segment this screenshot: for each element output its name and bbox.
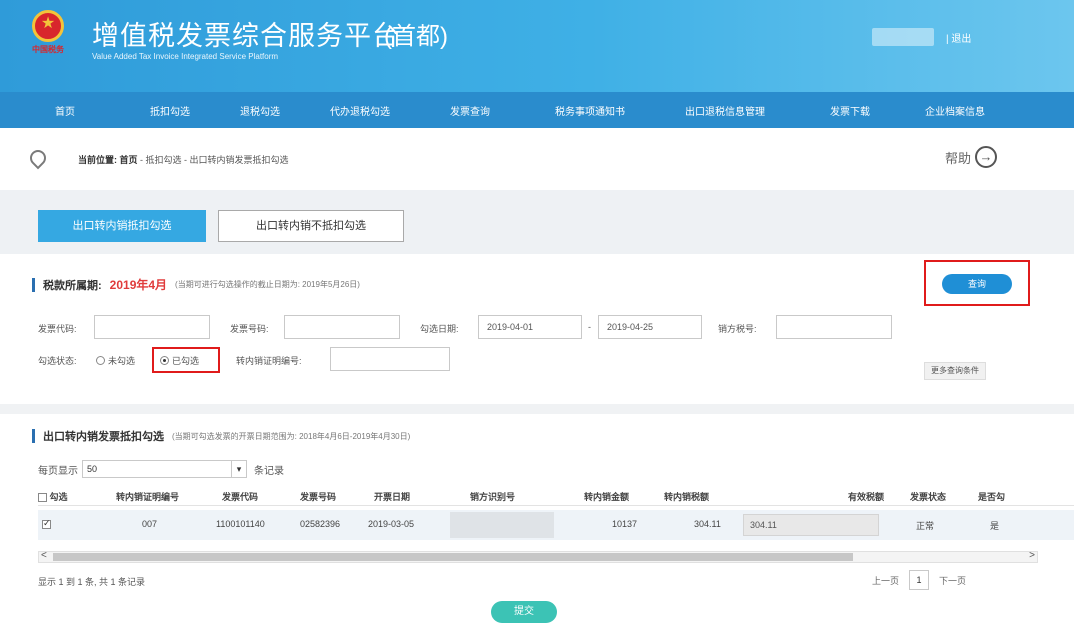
arrow-right-circle-icon: → [975,146,998,168]
row-checkbox[interactable] [42,518,51,530]
col-status: 发票状态 [910,492,947,502]
date-separator: - [588,322,591,332]
invoice-number-label: 发票号码: [230,324,269,334]
main-nav: 首页 抵扣勾选 退税勾选 代办退税勾选 发票查询 税务事项通知书 出口退税信息管… [0,92,1074,128]
page-number-current[interactable]: 1 [909,570,930,590]
results-header: 出口转内销发票抵扣勾选 (当期可勾选发票的开票日期范围为: 2018年4月6日-… [32,428,410,444]
scroll-left-icon[interactable]: < [41,550,47,561]
chevron-down-icon: ▾ [231,460,247,478]
col-valid-tax: 有效税额 [848,492,885,502]
per-page-select[interactable]: 50 ▾ [82,460,247,478]
invoice-code-input[interactable] [94,315,210,339]
col-is-selected: 是否勾 [978,492,1006,502]
radio-filled-icon [160,356,169,365]
nav-item-agent-refund[interactable]: 代办退税勾选 [310,103,410,118]
date-from-input[interactable]: 2019-04-01 [478,315,582,339]
logout-link[interactable]: | 退出 [946,30,971,45]
query-button[interactable]: 查询 [942,274,1012,294]
radio-empty-icon [96,356,105,365]
select-date-label: 勾选日期: [420,324,459,334]
location-pin-icon [26,146,50,170]
tab-export-non-deductible[interactable]: 出口转内销不抵扣勾选 [218,210,404,242]
col-invoice-code: 发票代码 [222,492,259,502]
tax-period-value: 2019年4月 [109,278,168,292]
cell-tax: 304.11 [694,519,721,529]
tax-period-header: 税款所属期: 2019年4月 (当期可进行勾选操作的截止日期为: 2019年5月… [32,276,360,293]
platform-title: 增值税发票综合服务平台 [92,21,400,51]
col-cert-no: 转内销证明编号 [116,492,180,502]
invoice-number-input[interactable] [284,315,400,339]
seller-tax-label: 销方税号: [718,324,757,334]
user-name-redacted [872,28,934,46]
app-header: ★ 中国税务 增值税发票综合服务平台 Value Added Tax Invoi… [0,0,1074,92]
horizontal-scrollbar[interactable]: < > [38,550,1038,563]
tab-bar: 出口转内销抵扣勾选 出口转内销不抵扣勾选 [0,190,1074,254]
col-amount: 转内销金额 [584,492,630,502]
nav-item-enterprise-profile[interactable]: 企业档案信息 [900,103,1010,118]
seller-tax-input[interactable] [776,315,892,339]
cell-is-selected: 是 [990,521,1000,531]
section-divider [0,404,1074,414]
nav-item-home[interactable]: 首页 [0,103,130,118]
help-link[interactable]: 帮助 → [945,146,998,168]
nav-item-tax-notice[interactable]: 税务事项通知书 [530,103,650,118]
date-to-input[interactable]: 2019-04-25 [598,315,702,339]
platform-subtitle: Value Added Tax Invoice Integrated Servi… [92,52,279,61]
nav-item-refund[interactable]: 退税勾选 [210,103,310,118]
breadcrumb: 当前位置: 首页 - 抵扣勾选 - 出口转内销发票抵扣勾选 [78,155,289,165]
breadcrumb-home[interactable]: 首页 [120,155,138,165]
cell-issue-date: 2019-03-05 [368,519,415,529]
scroll-right-icon[interactable]: > [1029,550,1035,561]
col-issue-date: 开票日期 [374,492,411,502]
query-button-highlight: 查询 [924,260,1030,306]
tab-export-deductible[interactable]: 出口转内销抵扣勾选 [38,210,206,242]
col-seller-id: 销方识别号 [470,492,516,502]
select-all-checkbox[interactable] [38,493,47,503]
nav-item-deduction[interactable]: 抵扣勾选 [130,103,210,118]
nav-item-invoice-download[interactable]: 发票下载 [800,103,900,118]
cert-number-label: 转内销证明编号: [236,356,302,366]
invoice-code-label: 发票代码: [38,324,77,334]
nav-item-export-refund-mgmt[interactable]: 出口退税信息管理 [650,103,800,118]
cell-seller-id-redacted [450,512,554,538]
table-row[interactable]: 007 1100101140 02582396 2019-03-05 10137… [38,510,1074,540]
prev-page-link[interactable]: 上一页 [872,574,899,587]
select-status-label: 勾选状态: [38,356,77,366]
cell-cert-no: 007 [142,519,158,529]
more-conditions-button[interactable]: 更多查询条件 [924,362,986,380]
cell-status: 正常 [916,521,935,531]
nav-item-invoice-query[interactable]: 发票查询 [410,103,530,118]
col-tax: 转内销税额 [664,492,710,502]
submit-button[interactable]: 提交 [491,601,557,623]
cell-invoice-no: 02582396 [300,519,341,529]
status-unselected-radio[interactable]: 未勾选 [96,354,135,367]
cert-number-input[interactable] [330,347,450,371]
col-select[interactable]: 勾选 [38,490,68,503]
pagination: 上一页 1 下一页 [872,570,966,590]
scroll-thumb[interactable] [53,553,853,561]
table-header: 勾选 转内销证明编号 发票代码 发票号码 开票日期 销方识别号 转内销金额 转内… [38,484,1074,506]
col-invoice-no: 发票号码 [300,492,337,502]
status-selected-radio[interactable]: 已勾选 [160,354,199,367]
region-label: (首都) [384,23,448,50]
cell-invoice-code: 1100101140 [216,519,265,529]
breadcrumb-row: 当前位置: 首页 - 抵扣勾选 - 出口转内销发票抵扣勾选 帮助 → [0,128,1074,190]
next-page-link[interactable]: 下一页 [939,574,966,587]
record-summary: 显示 1 到 1 条, 共 1 条记录 [38,577,146,587]
tax-emblem-logo: ★ 中国税务 [28,8,68,56]
valid-tax-input[interactable]: 304.11 [743,514,879,536]
cell-amount: 10137 [612,519,638,529]
per-page-control: 每页显示 50 ▾ 条记录 [38,460,284,478]
